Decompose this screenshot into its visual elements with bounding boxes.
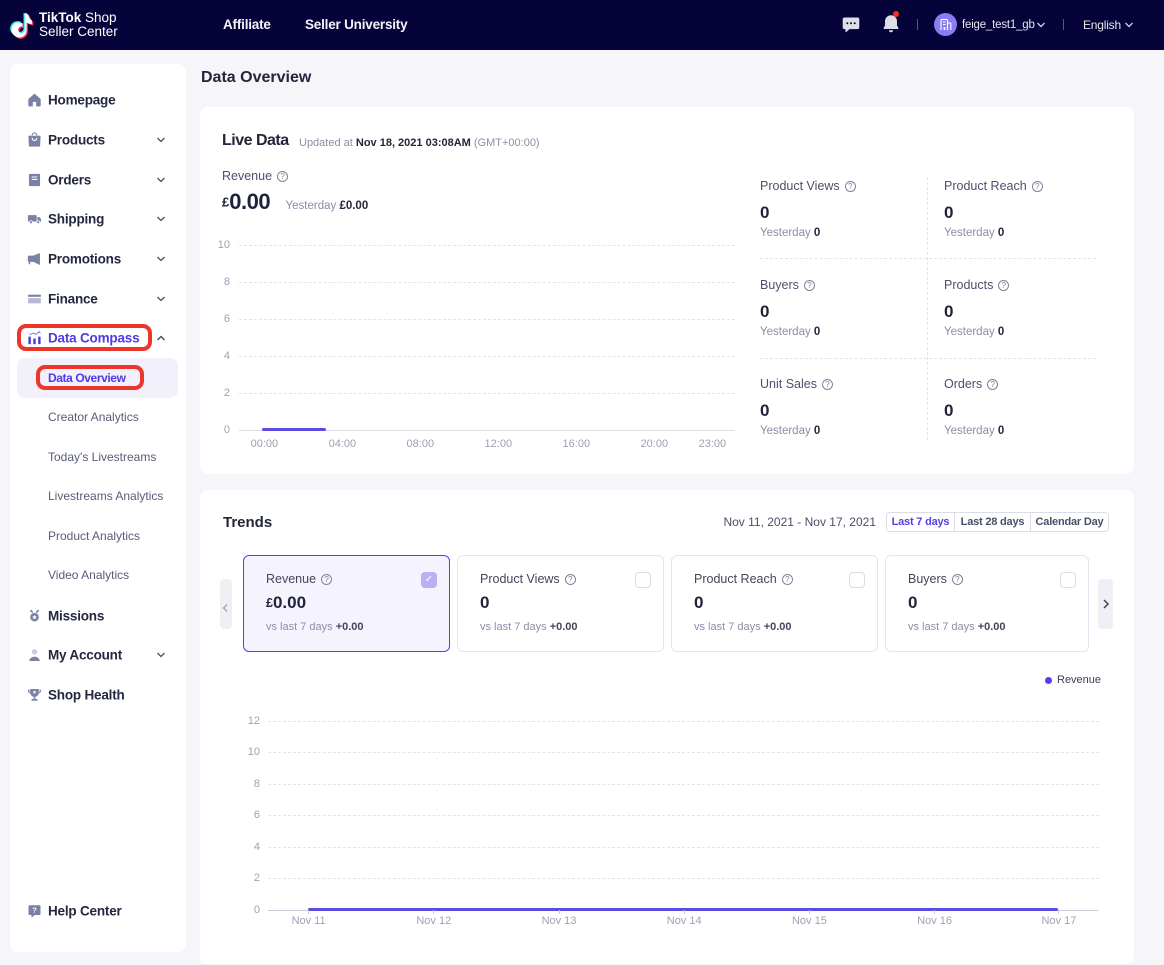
svg-text:?: ? [32,906,37,915]
